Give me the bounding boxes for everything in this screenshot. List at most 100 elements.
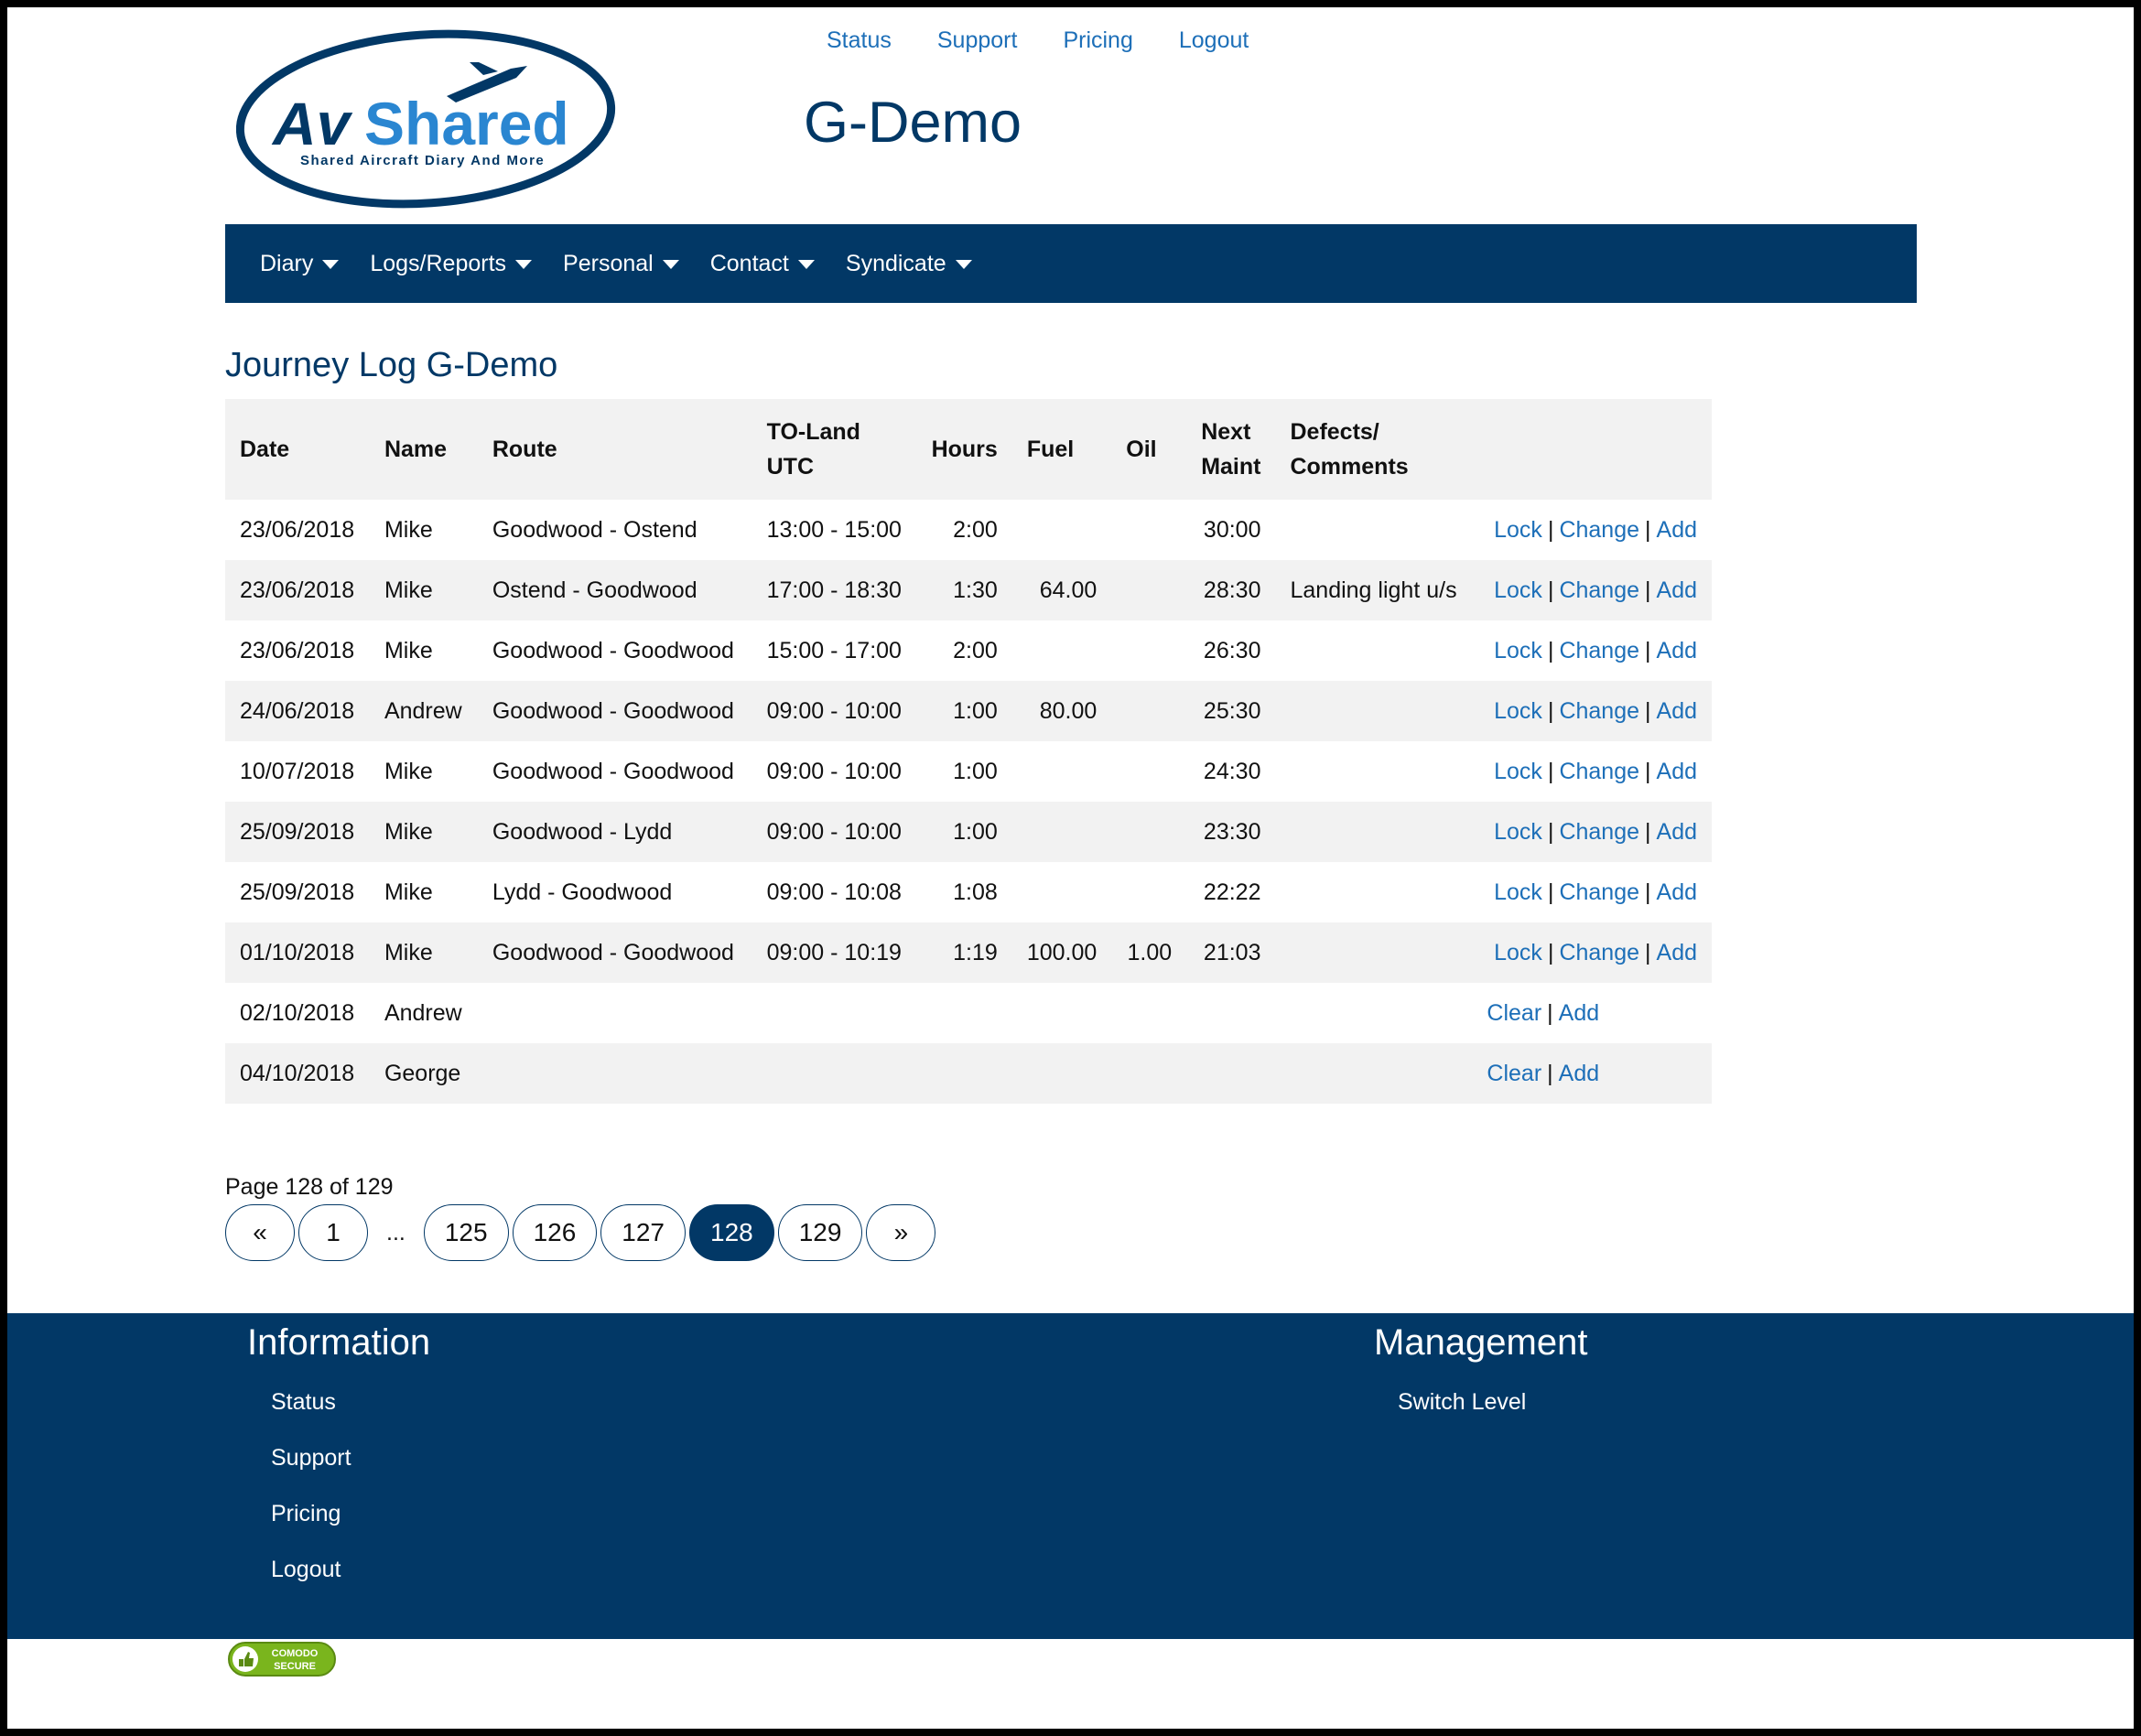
cell-defects bbox=[1275, 983, 1473, 1043]
table-row: 04/10/2018 George Clear | Add bbox=[225, 1043, 1712, 1104]
footer-link-logout[interactable]: Logout bbox=[271, 1557, 341, 1582]
table-row: 23/06/2018 Mike Ostend - Goodwood 17:00 - 1… bbox=[225, 560, 1712, 620]
cell-route bbox=[477, 983, 752, 1043]
action-separator: | bbox=[1645, 637, 1651, 663]
footer-link-pricing[interactable]: Pricing bbox=[271, 1501, 341, 1526]
col-oil: Oil bbox=[1111, 399, 1187, 500]
top-link-support[interactable]: Support bbox=[937, 27, 1018, 54]
row-action-lock-link[interactable]: Lock bbox=[1494, 638, 1542, 663]
col-defects: Defects/Comments bbox=[1275, 399, 1473, 500]
footer-link-support[interactable]: Support bbox=[271, 1445, 351, 1471]
row-action-lock-link[interactable]: Lock bbox=[1494, 819, 1542, 845]
row-action-lock-link[interactable]: Lock bbox=[1494, 940, 1542, 965]
row-action-lock-link[interactable]: Lock bbox=[1494, 759, 1542, 784]
row-action-clear-link[interactable]: Clear bbox=[1487, 1061, 1541, 1086]
nav-personal[interactable]: Personal bbox=[563, 251, 679, 277]
row-action-lock-link[interactable]: Lock bbox=[1494, 517, 1542, 543]
nav-diary[interactable]: Diary bbox=[260, 251, 340, 277]
cell-hours: 1:30 bbox=[916, 560, 1012, 620]
col-defects-line1: Defects/ bbox=[1290, 419, 1379, 445]
cell-route: Goodwood - Goodwood bbox=[477, 620, 752, 681]
row-action-add-link[interactable]: Add bbox=[1559, 1000, 1599, 1026]
cell-actions: Lock | Change | Add bbox=[1472, 862, 1712, 922]
row-action-add-link[interactable]: Add bbox=[1657, 819, 1697, 845]
nav-contact[interactable]: Contact bbox=[710, 251, 815, 277]
action-separator: | bbox=[1645, 577, 1651, 603]
top-link-logout[interactable]: Logout bbox=[1179, 27, 1249, 54]
action-separator: | bbox=[1547, 939, 1554, 965]
row-action-lock-link[interactable]: Lock bbox=[1494, 577, 1542, 603]
col-defects-line2: Comments bbox=[1290, 454, 1409, 480]
top-link-pricing[interactable]: Pricing bbox=[1063, 27, 1132, 54]
row-action-lock-link[interactable]: Lock bbox=[1494, 879, 1542, 905]
row-action-change-link[interactable]: Change bbox=[1559, 819, 1639, 845]
cell-defects bbox=[1275, 620, 1473, 681]
cell-route: Goodwood - Goodwood bbox=[477, 922, 752, 983]
row-action-add-link[interactable]: Add bbox=[1657, 759, 1697, 784]
page-button[interactable]: 1 bbox=[298, 1204, 368, 1261]
avshared-logo[interactable]: Av Shared Shared Aircraft Diary And More bbox=[236, 27, 630, 210]
row-action-add-link[interactable]: Add bbox=[1657, 698, 1697, 724]
cell-hours bbox=[916, 983, 1012, 1043]
nav-label: Syndicate bbox=[845, 250, 946, 276]
row-action-lock-link[interactable]: Lock bbox=[1494, 698, 1542, 724]
page-button[interactable]: 127 bbox=[600, 1204, 686, 1261]
cell-oil bbox=[1111, 500, 1187, 560]
cell-oil bbox=[1111, 620, 1187, 681]
col-toland: TO-Land UTC bbox=[752, 399, 917, 500]
row-action-change-link[interactable]: Change bbox=[1559, 879, 1639, 905]
page-ellipsis: ... bbox=[386, 1219, 405, 1245]
cell-name: George bbox=[369, 1043, 478, 1104]
table-row: 01/10/2018 Mike Goodwood - Goodwood 09:00 -… bbox=[225, 922, 1712, 983]
cell-defects bbox=[1275, 681, 1473, 741]
cell-oil bbox=[1111, 983, 1187, 1043]
row-action-change-link[interactable]: Change bbox=[1559, 638, 1639, 663]
svg-text:SECURE: SECURE bbox=[274, 1661, 316, 1672]
row-action-change-link[interactable]: Change bbox=[1559, 759, 1639, 784]
cell-next-maint: 30:00 bbox=[1186, 500, 1276, 560]
row-action-add-link[interactable]: Add bbox=[1657, 517, 1697, 543]
cell-next-maint: 22:22 bbox=[1186, 862, 1276, 922]
footer-link-status[interactable]: Status bbox=[271, 1389, 336, 1415]
page-button[interactable]: 125 bbox=[423, 1204, 509, 1261]
row-action-add-link[interactable]: Add bbox=[1657, 940, 1697, 965]
col-next-maint: Next Maint bbox=[1186, 399, 1276, 500]
row-action-change-link[interactable]: Change bbox=[1559, 517, 1639, 543]
col-actions bbox=[1472, 399, 1712, 500]
cell-actions: Lock | Change | Add bbox=[1472, 681, 1712, 741]
action-separator: | bbox=[1547, 516, 1554, 543]
action-separator: | bbox=[1547, 818, 1554, 845]
footer-management: Management Switch Level bbox=[1374, 1322, 1587, 1445]
nav-syndicate[interactable]: Syndicate bbox=[846, 251, 972, 277]
cell-fuel bbox=[1011, 620, 1112, 681]
pagination: « 1 ... 125 126 127 128 129 » bbox=[225, 1204, 936, 1261]
row-action-add-link[interactable]: Add bbox=[1657, 638, 1697, 663]
row-action-change-link[interactable]: Change bbox=[1559, 577, 1639, 603]
page-button[interactable]: 126 bbox=[512, 1204, 598, 1261]
cell-actions: Lock | Change | Add bbox=[1472, 500, 1712, 560]
row-action-clear-link[interactable]: Clear bbox=[1487, 1000, 1541, 1026]
cell-toland bbox=[752, 983, 917, 1043]
cell-defects bbox=[1275, 802, 1473, 862]
col-fuel: Fuel bbox=[1011, 399, 1112, 500]
page-prev-button[interactable]: « bbox=[225, 1204, 295, 1261]
cell-route: Goodwood - Ostend bbox=[477, 500, 752, 560]
page-button-current[interactable]: 128 bbox=[689, 1204, 774, 1261]
cell-route: Goodwood - Goodwood bbox=[477, 741, 752, 802]
row-action-change-link[interactable]: Change bbox=[1559, 940, 1639, 965]
top-link-status[interactable]: Status bbox=[827, 27, 892, 54]
caret-down-icon bbox=[515, 260, 533, 269]
row-action-add-link[interactable]: Add bbox=[1559, 1061, 1599, 1086]
row-action-add-link[interactable]: Add bbox=[1657, 577, 1697, 603]
footer-mgmt-heading: Management bbox=[1374, 1322, 1588, 1363]
footer-link-switch-level[interactable]: Switch Level bbox=[1398, 1389, 1526, 1415]
page-button[interactable]: 129 bbox=[777, 1204, 863, 1261]
cell-fuel: 80.00 bbox=[1011, 681, 1112, 741]
cell-defects bbox=[1275, 741, 1473, 802]
page-next-button[interactable]: » bbox=[866, 1204, 936, 1261]
row-action-add-link[interactable]: Add bbox=[1657, 879, 1697, 905]
row-action-change-link[interactable]: Change bbox=[1559, 698, 1639, 724]
comodo-secure-badge[interactable]: COMODO SECURE bbox=[227, 1639, 337, 1680]
nav-logs-reports[interactable]: Logs/Reports bbox=[370, 251, 533, 277]
cell-next-maint: 26:30 bbox=[1186, 620, 1276, 681]
